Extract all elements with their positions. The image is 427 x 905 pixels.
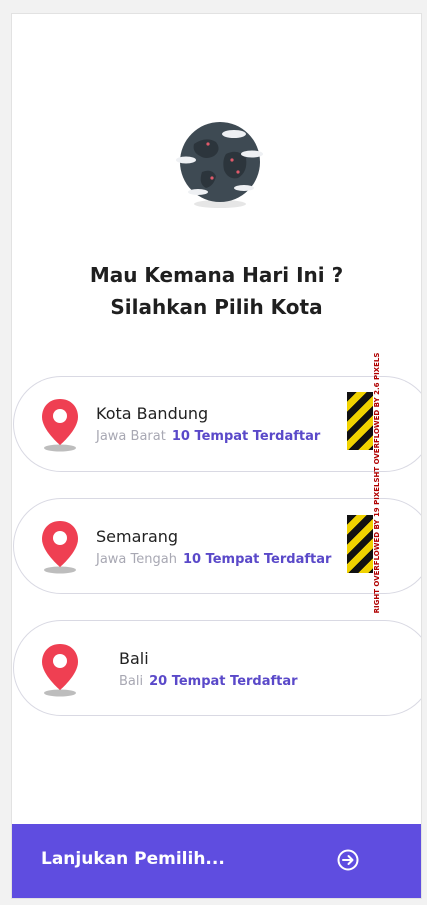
- city-subtitle: Jawa Barat 10 Tempat Terdaftar: [96, 429, 320, 444]
- location-pin-icon: [42, 644, 78, 697]
- page-title: Mau Kemana Hari Ini ? Silahkan Pilih Kot…: [12, 259, 421, 323]
- city-name: Bali: [119, 649, 149, 668]
- screen: Mau Kemana Hari Ini ? Silahkan Pilih Kot…: [12, 14, 421, 898]
- title-line-2: Silahkan Pilih Kota: [110, 295, 323, 319]
- city-region: Bali: [119, 674, 144, 689]
- arrow-circle-right-icon: [337, 849, 359, 871]
- globe-icon: [176, 122, 263, 208]
- location-pin-icon: [42, 521, 78, 574]
- continue-button[interactable]: Lanjukan Pemilih...: [12, 824, 421, 898]
- city-region: Jawa Barat: [96, 429, 166, 444]
- title-line-1: Mau Kemana Hari Ini ?: [89, 263, 344, 287]
- city-name: Semarang: [96, 527, 179, 546]
- city-name: Kota Bandung: [96, 404, 209, 423]
- city-count: 20 Tempat Terdaftar: [149, 674, 298, 689]
- city-card-bali[interactable]: Bali Bali 20 Tempat Terdaftar: [13, 620, 421, 716]
- city-subtitle: Jawa Tengah 10 Tempat Terdaftar: [96, 552, 331, 567]
- city-region: Jawa Tengah: [96, 552, 177, 567]
- city-card-semarang[interactable]: Semarang Jawa Tengah 10 Tempat Terdaftar: [13, 498, 421, 594]
- location-pin-icon: [42, 399, 78, 452]
- city-card-bandung[interactable]: Kota Bandung Jawa Barat 10 Tempat Terdaft…: [13, 376, 421, 472]
- continue-label: Lanjukan Pemilih...: [41, 849, 225, 869]
- overflow-warning-text: RIGHT OVERFLOWED BY 19 PIXELSHT OVERFLOW…: [373, 352, 381, 614]
- city-subtitle: Bali 20 Tempat Terdaftar: [119, 674, 298, 689]
- city-count: 10 Tempat Terdaftar: [182, 552, 332, 567]
- city-count: 10 Tempat Terdaftar: [171, 429, 321, 444]
